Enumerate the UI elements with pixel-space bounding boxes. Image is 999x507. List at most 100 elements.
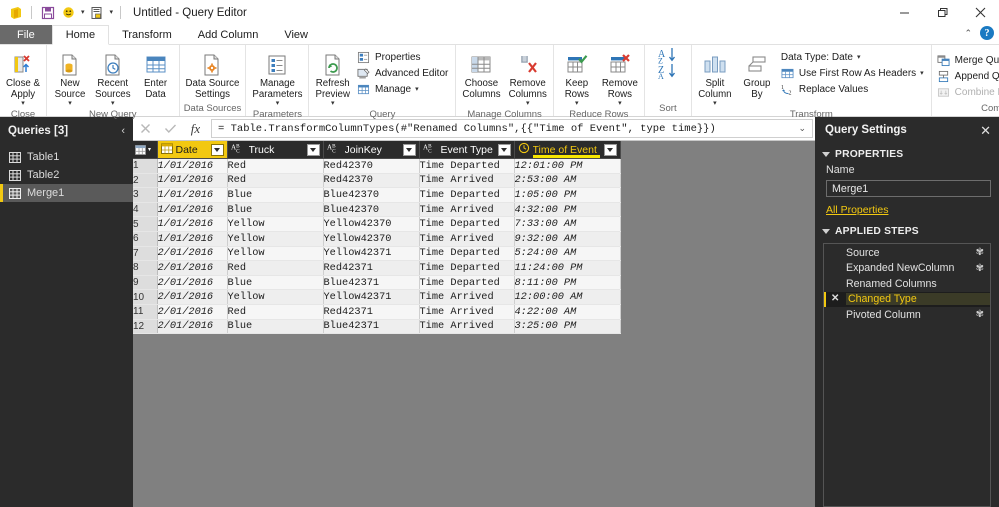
cell-date[interactable]: 1/01/2016 (157, 187, 228, 203)
data-source-settings-button[interactable]: Data Source Settings (182, 48, 244, 101)
group-by-button[interactable]: Group By (736, 48, 778, 101)
cell-event-type[interactable]: Time Departed (419, 260, 515, 276)
cell-date[interactable]: 2/01/2016 (157, 260, 228, 276)
cell-truck[interactable]: Yellow (227, 231, 324, 247)
cell-time-of-event[interactable]: 8:11:00 PM (514, 275, 621, 291)
table-row[interactable]: 9 2/01/2016 Blue Blue42371 Time Departed… (133, 275, 621, 291)
cell-joinkey[interactable]: Blue42371 (323, 319, 420, 335)
cell-time-of-event[interactable]: 4:22:00 AM (514, 304, 621, 320)
cell-time-of-event[interactable]: 2:53:00 AM (514, 173, 621, 189)
tab-transform[interactable]: Transform (109, 25, 185, 44)
table-row[interactable]: 8 2/01/2016 Red Red42371 Time Departed 1… (133, 260, 621, 276)
cell-truck[interactable]: Blue (227, 319, 324, 335)
table-row[interactable]: 4 1/01/2016 Blue Blue42370 Time Arrived … (133, 202, 621, 218)
column-filter-joinkey-button[interactable] (402, 143, 416, 156)
delete-step-icon[interactable]: ✕ (831, 294, 839, 304)
applied-step-changed-type[interactable]: ✕ Changed Type (824, 291, 990, 307)
cell-joinkey[interactable]: Yellow42371 (323, 289, 420, 305)
cell-event-type[interactable]: Time Departed (419, 275, 515, 291)
cell-joinkey[interactable]: Red42371 (323, 260, 420, 276)
choose-columns-button[interactable]: Choose Columns (458, 48, 504, 101)
cell-time-of-event[interactable]: 1:05:00 PM (514, 187, 621, 203)
cell-truck[interactable]: Yellow (227, 216, 324, 232)
use-first-row-headers-caret[interactable]: ▾ (920, 70, 924, 77)
cell-joinkey[interactable]: Yellow42370 (323, 231, 420, 247)
column-filter-truck-button[interactable] (306, 143, 320, 156)
cell-joinkey[interactable]: Red42370 (323, 158, 420, 174)
fx-icon[interactable]: fx (183, 117, 208, 140)
save-icon[interactable] (39, 4, 56, 21)
query-item-table2[interactable]: Table2 (0, 166, 133, 184)
recent-sources-button[interactable]: Recent Sources ▾ (91, 48, 135, 108)
column-header-date[interactable]: Date (157, 141, 228, 159)
cell-time-of-event[interactable]: 12:01:00 PM (514, 158, 621, 174)
smiley-dropdown-caret[interactable]: ▾ (81, 9, 85, 16)
column-header-truck[interactable]: A B C Truck (227, 141, 324, 159)
cell-joinkey[interactable]: Yellow42371 (323, 246, 420, 262)
table-row[interactable]: 11 2/01/2016 Red Red42371 Time Arrived 4… (133, 304, 621, 320)
query-item-table1[interactable]: Table1 (0, 148, 133, 166)
tab-add-column[interactable]: Add Column (185, 25, 272, 44)
cell-joinkey[interactable]: Blue42370 (323, 187, 420, 203)
table-row[interactable]: 5 1/01/2016 Yellow Yellow42370 Time Depa… (133, 216, 621, 232)
applied-steps-section-header[interactable]: APPLIED STEPS (815, 220, 999, 240)
table-row[interactable]: 2 1/01/2016 Red Red42370 Time Arrived 2:… (133, 173, 621, 189)
split-column-button[interactable]: Split Column ▾ (694, 48, 736, 108)
gear-icon[interactable]: ✾ (976, 263, 984, 274)
cell-date[interactable]: 2/01/2016 (157, 246, 228, 262)
powerbi-logo-icon[interactable] (7, 4, 24, 21)
remove-columns-button[interactable]: Remove Columns ▾ (505, 48, 551, 108)
properties-button[interactable]: Properties (354, 49, 453, 65)
cell-time-of-event[interactable]: 11:24:00 PM (514, 260, 621, 276)
smiley-icon[interactable] (60, 4, 77, 21)
column-header-joinkey[interactable]: A B C JoinKey (323, 141, 420, 159)
cell-event-type[interactable]: Time Arrived (419, 173, 515, 189)
column-filter-time-of-event-button[interactable] (603, 143, 617, 156)
cell-time-of-event[interactable]: 3:25:00 PM (514, 319, 621, 335)
new-source-button[interactable]: New Source ▾ (49, 48, 91, 108)
advanced-editor-button[interactable]: Advanced Editor (354, 65, 453, 81)
table-row[interactable]: 7 2/01/2016 Yellow Yellow42371 Time Depa… (133, 246, 621, 262)
sort-buttons[interactable]: A Z Z A (647, 48, 689, 81)
table-row[interactable]: 12 2/01/2016 Blue Blue42371 Time Arrived… (133, 319, 621, 335)
properties-section-header[interactable]: PROPERTIES (815, 143, 999, 163)
cell-joinkey[interactable]: Yellow42370 (323, 216, 420, 232)
table-row[interactable]: 3 1/01/2016 Blue Blue42370 Time Departed… (133, 187, 621, 203)
applied-step-pivoted-column[interactable]: Pivoted Column ✾ (824, 307, 990, 323)
cell-truck[interactable]: Red (227, 158, 324, 174)
column-filter-event-type-button[interactable] (497, 143, 511, 156)
gear-icon[interactable]: ✾ (976, 247, 984, 258)
split-column-caret[interactable]: ▾ (713, 100, 717, 107)
cell-date[interactable]: 1/01/2016 (157, 231, 228, 247)
cell-truck[interactable]: Red (227, 304, 324, 320)
refresh-preview-button[interactable]: Refresh Preview ▾ (311, 48, 353, 108)
select-all-columns-button[interactable]: ▾ (133, 141, 158, 159)
cell-truck[interactable]: Blue (227, 202, 324, 218)
table-row[interactable]: 6 1/01/2016 Yellow Yellow42370 Time Arri… (133, 231, 621, 247)
qat-dropdown-caret[interactable]: ▾ (110, 9, 114, 16)
cell-time-of-event[interactable]: 4:32:00 PM (514, 202, 621, 218)
table-row[interactable]: 10 2/01/2016 Yellow Yellow42371 Time Arr… (133, 289, 621, 305)
applied-step-renamed-columns[interactable]: Renamed Columns (824, 276, 990, 292)
data-type-button[interactable]: Data Type: Date ▾ (778, 49, 929, 65)
cell-event-type[interactable]: Time Departed (419, 246, 515, 262)
column-header-event-type[interactable]: A B C Event Type (419, 141, 515, 159)
cell-event-type[interactable]: Time Arrived (419, 319, 515, 335)
cell-event-type[interactable]: Time Arrived (419, 289, 515, 305)
merge-queries-button[interactable]: Merge Queries ▾ (934, 52, 999, 68)
cell-time-of-event[interactable]: 9:32:00 AM (514, 231, 621, 247)
append-queries-button[interactable]: Append Queries ▾ (934, 68, 999, 84)
remove-columns-caret[interactable]: ▾ (526, 100, 530, 107)
query-item-merge1[interactable]: Merge1 (0, 184, 133, 202)
cell-truck[interactable]: Red (227, 260, 324, 276)
restore-icon[interactable] (923, 0, 961, 25)
cell-truck[interactable]: Yellow (227, 289, 324, 305)
data-type-caret[interactable]: ▾ (857, 54, 861, 61)
help-icon[interactable]: ? (980, 26, 994, 40)
cell-event-type[interactable]: Time Departed (419, 187, 515, 203)
close-icon[interactable] (961, 0, 999, 25)
cell-truck[interactable]: Yellow (227, 246, 324, 262)
cell-time-of-event[interactable]: 7:33:00 AM (514, 216, 621, 232)
customize-qat-icon[interactable] (89, 4, 106, 21)
tab-home[interactable]: Home (51, 25, 110, 45)
